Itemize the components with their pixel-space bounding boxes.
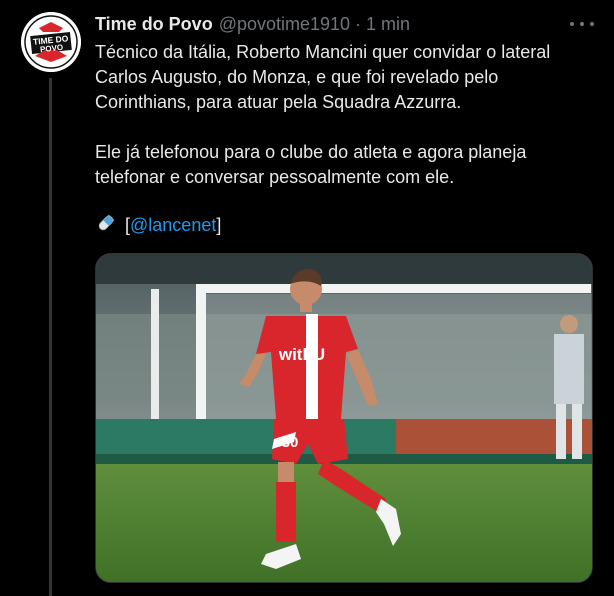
more-icon[interactable] — [570, 14, 594, 34]
jersey-sponsor-text: withU — [278, 345, 325, 364]
jersey-number-text: 30 — [282, 434, 299, 451]
author-avatar[interactable]: TIME DO POVO — [21, 12, 81, 72]
avatar-logo: TIME DO POVO — [21, 12, 81, 72]
author-handle[interactable]: @povotime1910 — [219, 14, 350, 35]
tweet-header: Time do Povo @povotime1910 · 1 min — [95, 14, 410, 36]
author-display-name[interactable]: Time do Povo — [95, 14, 213, 35]
header-separator: · — [355, 14, 362, 34]
tweet[interactable]: TIME DO POVO Time do Povo @povotime1910 … — [0, 0, 614, 596]
tweet-timestamp[interactable]: 1 min — [366, 14, 410, 35]
tweet-paragraph-1: Técnico da Itália, Roberto Mancini quer … — [95, 42, 551, 112]
thread-line — [49, 78, 52, 596]
tweet-source: [ @lancenet ] — [95, 213, 221, 238]
source-mention-link[interactable]: @lancenet — [130, 215, 216, 236]
football-player-photo: withU 30 — [96, 254, 592, 582]
tweet-paragraph-2: Ele já telefonou para o clube do atleta … — [95, 142, 527, 187]
pill-icon — [95, 212, 117, 239]
tweet-media-photo[interactable]: withU 30 — [95, 253, 593, 583]
source-bracket-close: ] — [216, 215, 222, 235]
tweet-text: Técnico da Itália, Roberto Mancini quer … — [95, 40, 595, 190]
